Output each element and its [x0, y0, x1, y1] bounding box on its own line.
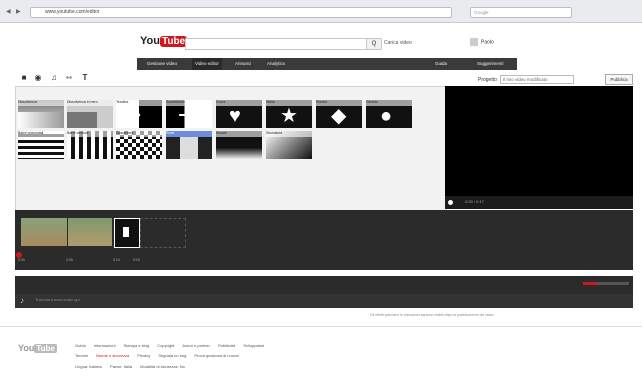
footer-logo[interactable]: You Tube [18, 343, 57, 353]
footer-link[interactable]: Norme e sicurezza [96, 353, 129, 358]
transition-thumb[interactable]: Porte [166, 131, 212, 159]
thumb-label: Dissolvenza in nero [67, 100, 113, 106]
player-controls: 0:00 / 0:17 [445, 196, 633, 209]
transition-thumb[interactable]: Nuvole [216, 131, 262, 159]
user-name: Paolo [481, 39, 494, 46]
language-selector[interactable]: Lingua: Italiano [75, 364, 102, 369]
tick-label: 0:05 [66, 258, 73, 262]
audio-track[interactable]: ♪ Trascina tracce audio qui [15, 294, 633, 308]
footer-link[interactable]: Informazioni [94, 343, 116, 348]
transitions-icon[interactable]: ⇿ [64, 73, 74, 83]
footer-row-3: Lingua: Italiano Paese: Italia Modalità di… [75, 364, 193, 369]
footer-link[interactable]: Privacy [137, 353, 150, 358]
footer-row-1: Guida Informazioni Stampa e blog Copyright A… [75, 343, 272, 348]
publish-button[interactable]: Pubblica [605, 74, 633, 85]
footer-logo-tube: Tube [34, 344, 57, 353]
volume-slider[interactable] [583, 282, 629, 285]
audio-placeholder: Trascina tracce audio qui [35, 297, 80, 302]
transition-thumb[interactable]: Sfumatura [266, 131, 312, 159]
footer-logo-you: You [18, 343, 35, 353]
timeline-transition[interactable] [114, 218, 140, 248]
transition-thumb[interactable]: Rombo ◆ [316, 100, 362, 128]
timeline-dropzone[interactable] [140, 218, 186, 248]
music-icon[interactable]: ♫ [49, 73, 59, 83]
timeline-clip[interactable] [68, 218, 112, 246]
user-menu[interactable]: Paolo [470, 38, 494, 46]
thumb-label: Barre orizzontali [18, 131, 64, 137]
thumb-label: Porte [166, 131, 212, 137]
logo-tube: Tube [159, 36, 188, 47]
audio-header [15, 276, 633, 294]
upload-link[interactable]: Carica video [384, 40, 412, 46]
address-bar[interactable]: www.youtube.com/editor [30, 7, 452, 18]
transition-thumb[interactable]: Stella ★ [266, 100, 312, 128]
text-icon[interactable]: T [80, 73, 90, 83]
tick-label: 0:00 [18, 258, 25, 262]
avatar [470, 38, 478, 46]
thumb-label: Scacchiera [116, 131, 162, 137]
creator-nav: Gestione video Video editor Annunci Anal… [137, 58, 517, 70]
footer-link[interactable]: Segnala un bug [158, 353, 186, 358]
video-icon[interactable]: ■ [19, 73, 29, 83]
footer-link[interactable]: Prova qualcosa di nuovo! [194, 353, 239, 358]
browser-search-box[interactable]: Google [470, 7, 572, 18]
footer-link[interactable]: Guida [75, 343, 86, 348]
back-icon[interactable]: ◀ [6, 8, 11, 15]
camera-icon[interactable]: ◉ [33, 73, 43, 83]
tab-gestione-video[interactable]: Gestione video [147, 58, 177, 70]
nav-suggerimenti[interactable]: Suggerimenti [477, 58, 504, 70]
transition-thumb[interactable]: Dissolvenza in nero [67, 100, 113, 128]
transition-thumb[interactable]: Tendina ➜ [116, 100, 162, 128]
transition-thumb[interactable]: Dissolvenza [18, 100, 64, 128]
transition-thumb[interactable]: Cuore ♥ [216, 100, 262, 128]
forward-icon[interactable]: ▶ [16, 8, 21, 15]
footer-link[interactable]: Sviluppatori [243, 343, 264, 348]
volume-fill [583, 282, 597, 285]
footer-link[interactable]: Termini [75, 353, 88, 358]
timeline-clip[interactable] [21, 218, 67, 246]
thumb-label: Tendina [116, 100, 162, 106]
tab-video-editor[interactable]: Video editor [192, 58, 222, 70]
youtube-logo[interactable]: You Tube [140, 35, 188, 51]
tab-annunci[interactable]: Annunci [235, 58, 251, 70]
play-button[interactable] [448, 200, 453, 205]
transition-thumb[interactable]: Scorrimento ➜ [166, 100, 212, 128]
country-selector[interactable]: Paese: Italia [110, 364, 132, 369]
tick-label: 0:15 [133, 258, 140, 262]
nav-guida[interactable]: Guida [435, 58, 447, 70]
project-selector[interactable]: Progetto Il mio video modificato [478, 75, 574, 84]
tick-label: 0:10 [113, 258, 120, 262]
browser-search-placeholder: Google [474, 10, 489, 15]
thumb-label: Scorrimento [166, 100, 212, 106]
search-button[interactable]: Q [366, 38, 382, 50]
transition-thumb[interactable]: Barre verticali [67, 131, 113, 159]
footer-link[interactable]: Autori e partner [182, 343, 210, 348]
safety-mode-selector[interactable]: Modalità di sicurezza: No [140, 364, 185, 369]
footer-row-2: Termini Norme e sicurezza Privacy Segnala u… [75, 353, 247, 358]
transition-thumb[interactable]: Cerchio ● [366, 100, 412, 128]
timeline-ruler: 0:00 0:05 0:10 0:15 [15, 252, 633, 264]
music-note-icon: ♪ [20, 296, 24, 305]
thumb-label: Barre verticali [67, 131, 113, 137]
footer-link[interactable]: Pubblicità [218, 343, 235, 348]
project-dropdown[interactable]: Il mio video modificato [499, 75, 574, 84]
project-label: Progetto [478, 76, 497, 83]
footer-link[interactable]: Copyright [157, 343, 174, 348]
thumb-label: Dissolvenza [18, 100, 64, 106]
transition-thumb[interactable]: Barre orizzontali [18, 131, 64, 159]
url-text: www.youtube.com/editor [45, 9, 100, 15]
thumb-label: Sfumatura [266, 131, 312, 137]
video-preview[interactable] [445, 86, 633, 209]
thumb-label: Nuvole [216, 131, 262, 137]
footer-link[interactable]: Stampa e blog [123, 343, 149, 348]
search-input[interactable] [185, 38, 367, 50]
logo-you: You [140, 35, 160, 47]
tab-analytics[interactable]: Analytics [267, 58, 285, 70]
transition-thumb[interactable]: Scacchiera [116, 131, 162, 159]
editor-note: Gli effetti speciali e le transizioni sa… [370, 313, 495, 317]
player-time: 0:00 / 0:17 [465, 199, 484, 204]
